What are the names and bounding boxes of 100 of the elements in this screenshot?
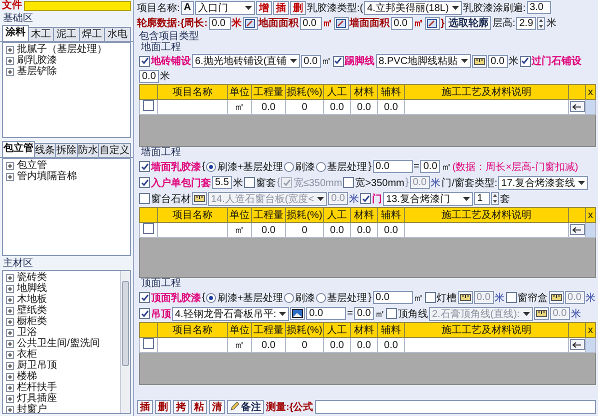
- checkbox[interactable]: [139, 193, 150, 204]
- pick-outline-button[interactable]: 选取轮廓: [445, 16, 492, 30]
- expand-icon[interactable]: [6, 328, 14, 336]
- dropdown[interactable]: 13.复合烤漆门: [383, 192, 474, 206]
- tree-item[interactable]: 木地板: [17, 294, 47, 305]
- tree-item[interactable]: 楼梯: [17, 371, 37, 382]
- checkbox[interactable]: [332, 56, 344, 66]
- tree-item[interactable]: 批腻子（基层处理）: [17, 44, 107, 55]
- picture-button[interactable]: [290, 307, 306, 320]
- tree-item[interactable]: 包立管: [17, 160, 47, 171]
- expand-icon[interactable]: [6, 394, 14, 402]
- input-field[interactable]: 3.0: [526, 1, 551, 14]
- input-field[interactable]: 0.0: [354, 307, 374, 320]
- tab[interactable]: 涂料: [2, 25, 29, 41]
- expand-icon[interactable]: [6, 162, 14, 170]
- tree-item[interactable]: 地脚线: [17, 283, 47, 294]
- input-field[interactable]: 2.9: [516, 16, 536, 30]
- radio-button[interactable]: [206, 292, 216, 302]
- checkbox[interactable]: [386, 308, 397, 319]
- tab[interactable]: 自定义: [98, 143, 131, 157]
- action-button[interactable]: 清: [209, 400, 225, 414]
- tree-item[interactable]: 衣柜: [17, 349, 37, 360]
- input-field[interactable]: 0.0: [488, 54, 508, 68]
- expand-icon[interactable]: [6, 296, 14, 304]
- tree-item[interactable]: 刷乳胶漆: [17, 55, 57, 66]
- tree-item[interactable]: 橱柜类: [17, 316, 47, 327]
- edit-button[interactable]: [242, 16, 258, 30]
- checkbox[interactable]: [143, 338, 154, 349]
- input-field[interactable]: 0.0: [306, 307, 346, 320]
- tab[interactable]: 防水: [76, 143, 100, 157]
- tree-item[interactable]: 灯具插座: [17, 393, 57, 404]
- type-button[interactable]: A: [180, 0, 194, 14]
- tree-item[interactable]: 壁纸类: [17, 305, 47, 316]
- action-button[interactable]: 增: [256, 0, 272, 14]
- expand-icon[interactable]: [6, 318, 14, 326]
- input-field[interactable]: 0.0: [300, 16, 322, 30]
- file-field[interactable]: [24, 0, 131, 10]
- input-field[interactable]: 0.0: [300, 54, 321, 68]
- checkbox[interactable]: [139, 56, 150, 66]
- radio-button[interactable]: [284, 162, 294, 172]
- arrow-button[interactable]: [570, 224, 584, 236]
- action-button[interactable]: 删: [155, 400, 171, 414]
- ruler-button[interactable]: [458, 291, 473, 304]
- expand-icon[interactable]: [6, 340, 14, 348]
- action-button[interactable]: 插: [137, 400, 153, 414]
- input-field[interactable]: 0.0: [208, 16, 231, 30]
- expand-icon[interactable]: [6, 350, 14, 358]
- expand-icon[interactable]: [6, 362, 14, 370]
- expand-icon[interactable]: [6, 406, 14, 413]
- input-field[interactable]: 0.0: [372, 291, 413, 304]
- checkbox[interactable]: [343, 177, 354, 188]
- radio-button[interactable]: [206, 162, 216, 172]
- input-field[interactable]: 0.0: [139, 70, 159, 82]
- expand-icon[interactable]: [6, 172, 14, 180]
- edit-button[interactable]: [334, 16, 349, 30]
- tree-item[interactable]: 瓷砖类: [17, 272, 47, 283]
- edit-button[interactable]: [424, 16, 440, 30]
- ruler-button[interactable]: [548, 291, 564, 304]
- action-button[interactable]: 插: [273, 0, 290, 14]
- tab[interactable]: 拆除: [55, 143, 78, 157]
- arrow-button[interactable]: [570, 339, 584, 350]
- expand-icon[interactable]: [6, 46, 14, 54]
- input-field[interactable]: 5.5: [212, 176, 232, 189]
- checkbox[interactable]: [506, 292, 517, 303]
- action-button[interactable]: 删: [290, 0, 306, 14]
- expand-icon[interactable]: [6, 384, 14, 392]
- ruler-button[interactable]: [192, 192, 207, 205]
- tab[interactable]: 水电: [104, 27, 131, 41]
- expand-icon[interactable]: [6, 372, 14, 380]
- action-button[interactable]: 拷: [173, 400, 189, 414]
- checkbox[interactable]: [139, 161, 150, 172]
- action-button[interactable]: 粘: [191, 400, 207, 414]
- dropdown[interactable]: 8.PVC地脚线粘贴: [376, 54, 471, 68]
- checkbox[interactable]: [360, 193, 372, 204]
- tab[interactable]: 泥工: [53, 27, 80, 41]
- arrow-button[interactable]: [570, 101, 584, 112]
- tree-item[interactable]: 基层铲除: [17, 66, 57, 77]
- expand-icon[interactable]: [6, 56, 14, 64]
- checkbox[interactable]: [520, 56, 531, 66]
- expand-icon[interactable]: [6, 274, 14, 282]
- tree-item[interactable]: 封窗户: [17, 404, 47, 413]
- checkbox[interactable]: [244, 177, 255, 188]
- input-field[interactable]: 1: [474, 192, 490, 205]
- tree-item[interactable]: 栏杆扶手: [17, 382, 57, 393]
- note-button[interactable]: 备注: [227, 400, 264, 414]
- tree-item[interactable]: 公共卫生间/盥洗间: [17, 338, 100, 349]
- checkbox[interactable]: [424, 292, 436, 303]
- checkbox[interactable]: [143, 100, 154, 111]
- dropdown[interactable]: 4.轻钢龙骨石膏板吊平:: [172, 306, 290, 320]
- tab[interactable]: 包立管: [2, 141, 35, 157]
- spinner-buttons[interactable]: [491, 192, 500, 205]
- tree-item[interactable]: 管内填隔音棉: [17, 171, 77, 182]
- expand-icon[interactable]: [6, 306, 14, 314]
- tab[interactable]: 焊工: [78, 27, 106, 41]
- expand-icon[interactable]: [6, 284, 14, 292]
- checkbox[interactable]: [139, 292, 150, 303]
- dropdown[interactable]: 入口门: [195, 0, 256, 14]
- checkbox[interactable]: [139, 177, 150, 188]
- dropdown[interactable]: 17.复合烤漆套线: [498, 176, 588, 190]
- dropdown[interactable]: 4.立邦美得丽(18L): [364, 0, 462, 14]
